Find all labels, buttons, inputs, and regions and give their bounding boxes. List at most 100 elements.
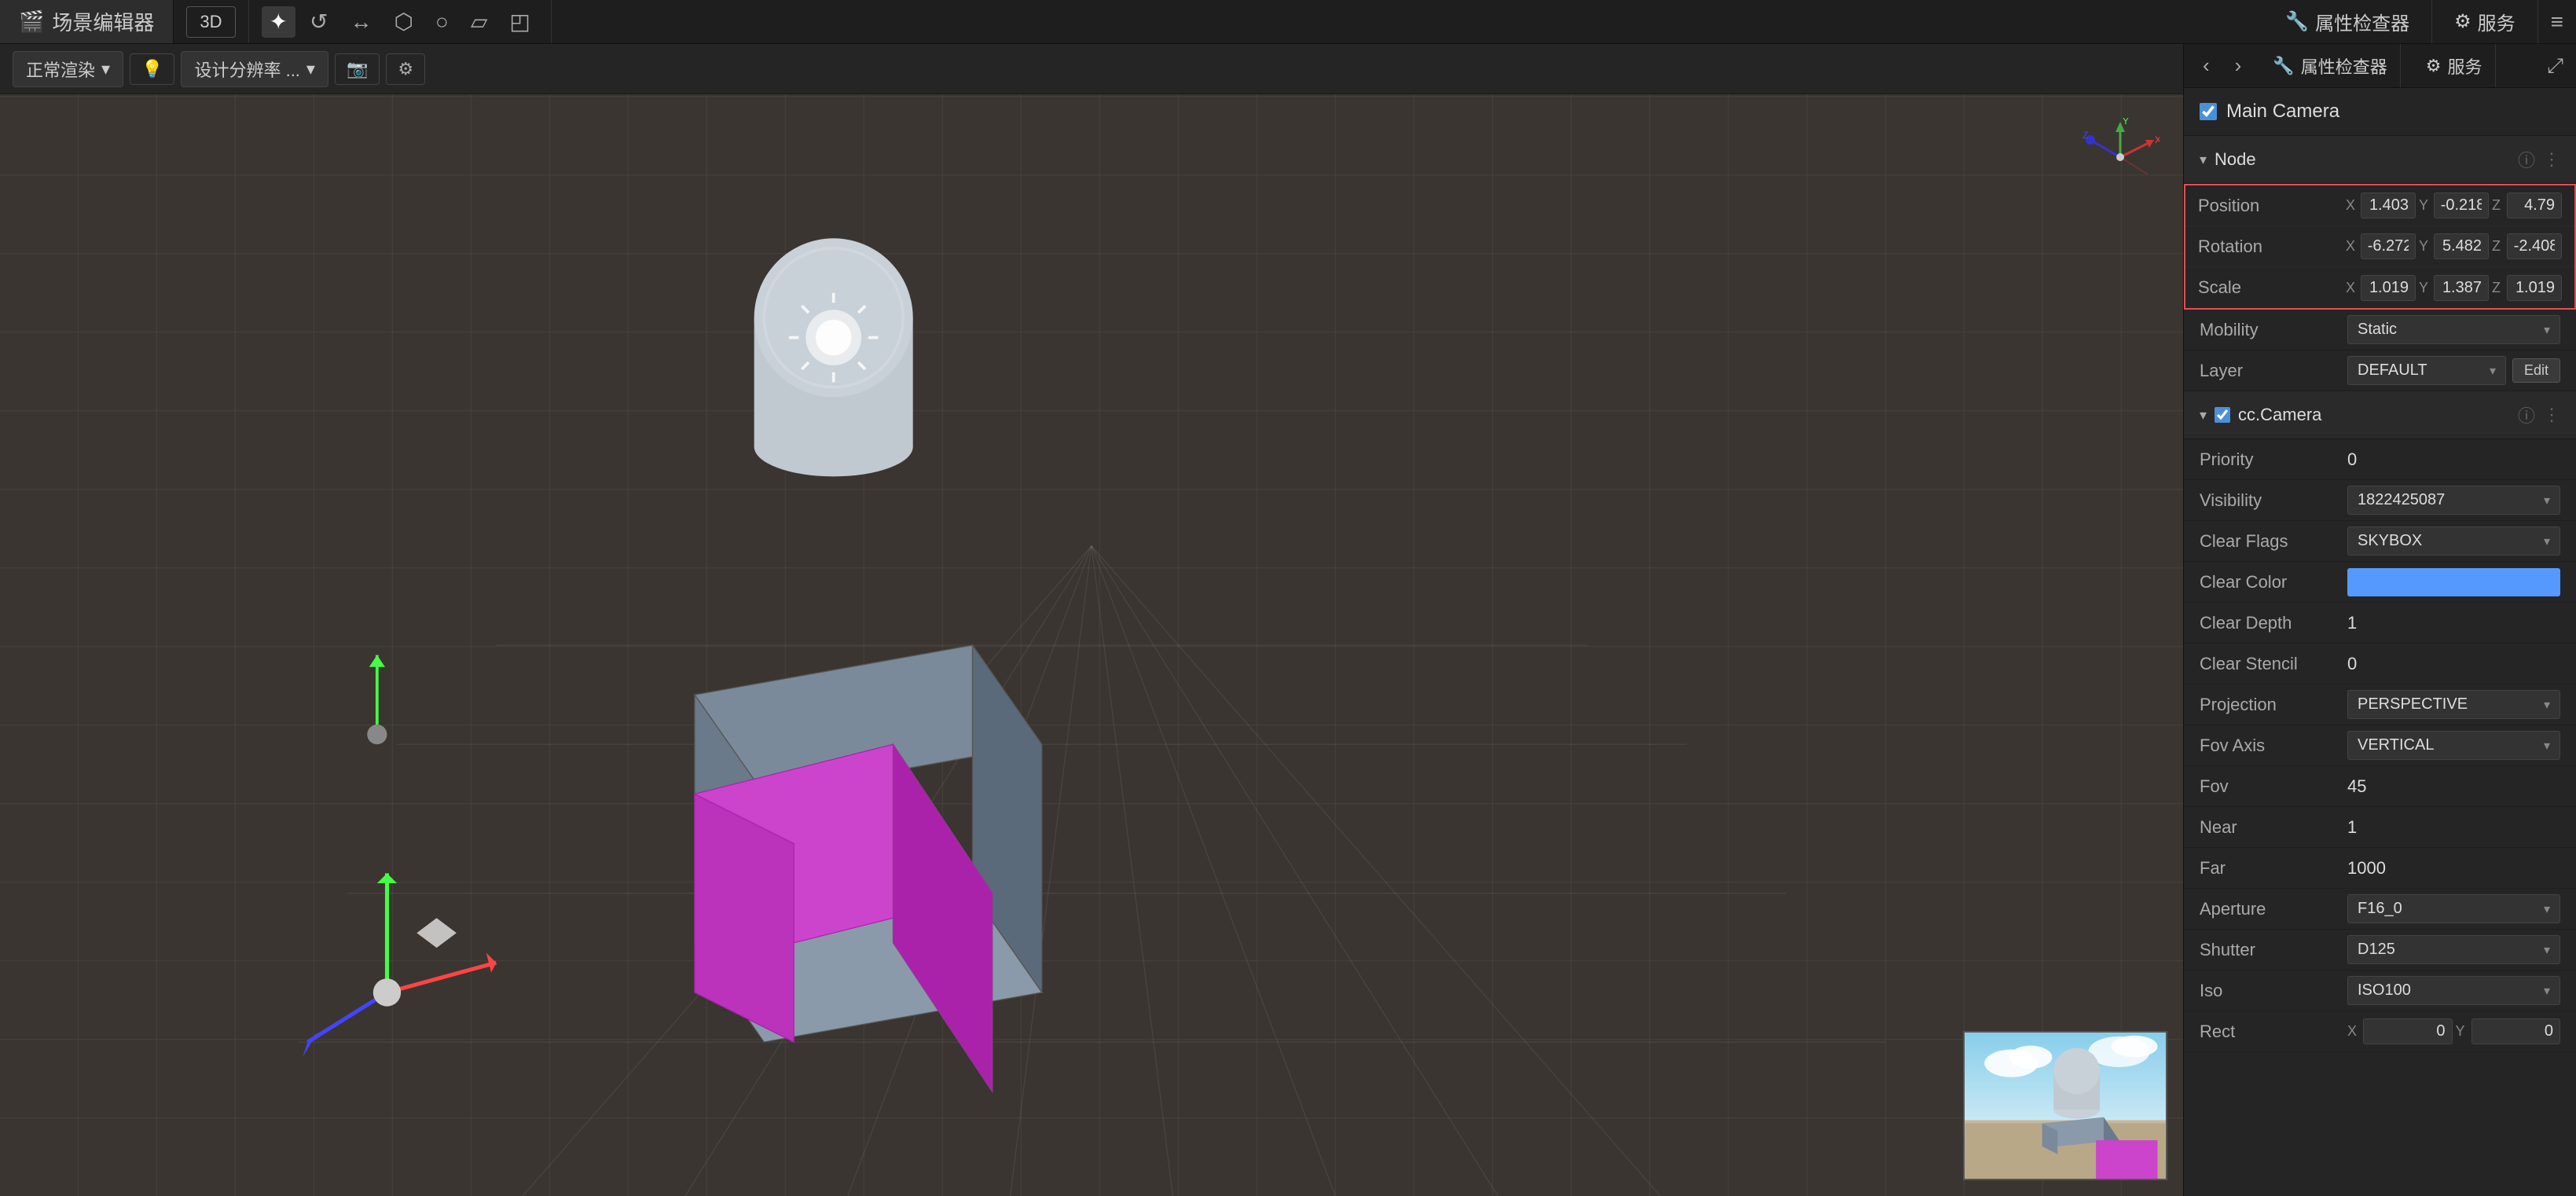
aperture-dropdown[interactable]: F16_0 ▾	[2347, 894, 2560, 923]
nav-back-btn[interactable]: ‹	[2196, 50, 2216, 81]
pos-x-input[interactable]	[2361, 193, 2416, 218]
mobility-row: Mobility Static ▾	[2184, 310, 2576, 350]
near-value: 1	[2347, 817, 2560, 838]
far-row: Far 1000	[2184, 848, 2576, 889]
rect-row: Rect X Y	[2184, 1011, 2576, 1052]
scale-tool-btn[interactable]: ↔	[342, 6, 380, 38]
rot-x-input[interactable]	[2361, 233, 2416, 259]
rotate-tool-btn[interactable]: ↺	[302, 6, 336, 38]
projection-dropdown[interactable]: PERSPECTIVE ▾	[2347, 690, 2560, 719]
rect-label: Rect	[2200, 1022, 2341, 1042]
inspector-tab-icon: 🔧	[2285, 10, 2309, 33]
rect-tool-btn[interactable]: ⬡	[386, 6, 420, 38]
visibility-dropdown[interactable]: 1822425087 ▾	[2347, 486, 2560, 515]
viewport-canvas[interactable]: Y X Z	[0, 94, 2183, 1196]
rotation-xyz: X Y Z	[2346, 233, 2562, 259]
node-info-btn[interactable]: ⓘ	[2518, 147, 2535, 172]
fov-row: Fov 45	[2184, 766, 2576, 807]
render-mode-dropdown[interactable]: 正常渲染 ▾	[13, 51, 123, 87]
anchor-tool-btn[interactable]: ▱	[463, 6, 496, 38]
inspector-main-tab[interactable]: 🔧 属性检查器	[2260, 44, 2400, 87]
visibility-label: Visibility	[2200, 490, 2341, 511]
mobility-dropdown[interactable]: Static ▾	[2347, 315, 2560, 344]
fov-axis-label: Fov Axis	[2200, 736, 2341, 756]
pos-y-input[interactable]	[2434, 193, 2489, 218]
services-tab-icon: ⚙	[2454, 10, 2471, 33]
iso-value: ISO100	[2358, 981, 2411, 1000]
entity-header: Main Camera	[2184, 88, 2576, 136]
rot-x-label: X	[2346, 238, 2358, 255]
fov-axis-dropdown[interactable]: VERTICAL ▾	[2347, 731, 2560, 760]
scale-z-input[interactable]	[2507, 275, 2562, 301]
layer-edit-btn[interactable]: Edit	[2512, 358, 2560, 383]
camera-menu-btn[interactable]: ⋮	[2543, 405, 2560, 425]
hamburger-btn[interactable]: ≡	[2538, 5, 2576, 39]
services-main-tab-label: 服务	[2448, 53, 2482, 79]
viewport-area: 正常渲染 ▾ 💡 设计分辨率 ... ▾ 📷 ⚙	[0, 44, 2183, 1196]
iso-dropdown[interactable]: ISO100 ▾	[2347, 976, 2560, 1005]
rect-x-label: X	[2347, 1023, 2360, 1040]
clear-color-label: Clear Color	[2200, 572, 2341, 592]
iso-chevron: ▾	[2544, 983, 2550, 999]
pos-y-group: Y	[2419, 193, 2489, 218]
rot-y-label: Y	[2419, 238, 2431, 255]
rect-x-input[interactable]	[2363, 1018, 2452, 1044]
rect-xy: X Y	[2347, 1018, 2560, 1044]
mode-section: 3D	[174, 0, 248, 43]
scale-y-input[interactable]	[2434, 275, 2489, 301]
resolution-dropdown[interactable]: 设计分辨率 ... ▾	[181, 51, 328, 87]
pivot-tool-btn[interactable]: ◰	[501, 6, 538, 38]
rect-y-group: Y	[2456, 1018, 2561, 1044]
rot-y-input[interactable]	[2434, 233, 2489, 259]
projection-value: PERSPECTIVE	[2358, 695, 2468, 714]
pos-z-input[interactable]	[2507, 193, 2562, 218]
inspector-tab[interactable]: 🔧 属性检查器	[2263, 0, 2432, 43]
node-section-title: Node	[2215, 149, 2510, 170]
move-tool-btn[interactable]: ✦	[262, 6, 295, 38]
mobility-value: Static	[2358, 321, 2397, 339]
camera-enabled-checkbox[interactable]	[2215, 407, 2230, 423]
node-menu-btn[interactable]: ⋮	[2543, 149, 2560, 170]
entity-checkbox[interactable]	[2200, 103, 2217, 120]
inspector-tab-icon2: 🔧	[2273, 56, 2294, 76]
priority-row: Priority 0	[2184, 439, 2576, 480]
clear-color-swatch[interactable]	[2347, 568, 2560, 596]
mode-3d-button[interactable]: 3D	[186, 6, 235, 38]
fov-value: 45	[2347, 776, 2560, 797]
maximize-btn[interactable]: ⤢	[2547, 53, 2563, 79]
iso-row: Iso ISO100 ▾	[2184, 970, 2576, 1011]
far-value: 1000	[2347, 858, 2560, 879]
clear-depth-row: Clear Depth 1	[2184, 603, 2576, 644]
resolution-chevron: ▾	[306, 59, 315, 79]
pos-z-group: Z	[2492, 193, 2562, 218]
camera-info-btn[interactable]: ⓘ	[2518, 402, 2535, 427]
rect-y-input[interactable]	[2471, 1018, 2560, 1044]
vp-settings-btn[interactable]: ⚙	[386, 53, 425, 85]
camera-section-header[interactable]: ▾ cc.Camera ⓘ ⋮	[2184, 391, 2576, 439]
projection-label: Projection	[2200, 695, 2341, 715]
shutter-label: Shutter	[2200, 940, 2341, 960]
clear-flags-row: Clear Flags SKYBOX ▾	[2184, 521, 2576, 562]
nav-forward-btn[interactable]: ›	[2229, 50, 2248, 81]
shutter-value: D125	[2358, 941, 2395, 959]
rot-y-group: Y	[2419, 233, 2489, 259]
transform-tool-btn[interactable]: ○	[427, 6, 457, 38]
layer-dropdown[interactable]: DEFAULT ▾	[2347, 356, 2506, 385]
far-label: Far	[2200, 858, 2341, 879]
pos-x-label: X	[2346, 197, 2358, 214]
services-main-tab[interactable]: ⚙ 服务	[2413, 44, 2496, 87]
light-btn[interactable]: 💡	[130, 53, 174, 85]
clear-flags-dropdown[interactable]: SKYBOX ▾	[2347, 526, 2560, 556]
layer-row: Layer DEFAULT ▾ Edit	[2184, 350, 2576, 391]
top-right-tabs: 🔧 属性检查器 ⚙ 服务 ≡	[2263, 0, 2576, 43]
node-section-header[interactable]: ▾ Node ⓘ ⋮	[2184, 136, 2576, 184]
clear-stencil-row: Clear Stencil 0	[2184, 644, 2576, 684]
rotation-row: Rotation X Y Z	[2185, 226, 2574, 267]
camera-btn[interactable]: 📷	[335, 53, 380, 85]
aperture-row: Aperture F16_0 ▾	[2184, 889, 2576, 930]
shutter-dropdown[interactable]: D125 ▾	[2347, 935, 2560, 964]
services-tab[interactable]: ⚙ 服务	[2432, 0, 2538, 43]
clear-stencil-value: 0	[2347, 654, 2560, 674]
rot-z-input[interactable]	[2507, 233, 2562, 259]
scale-x-input[interactable]	[2361, 275, 2416, 301]
